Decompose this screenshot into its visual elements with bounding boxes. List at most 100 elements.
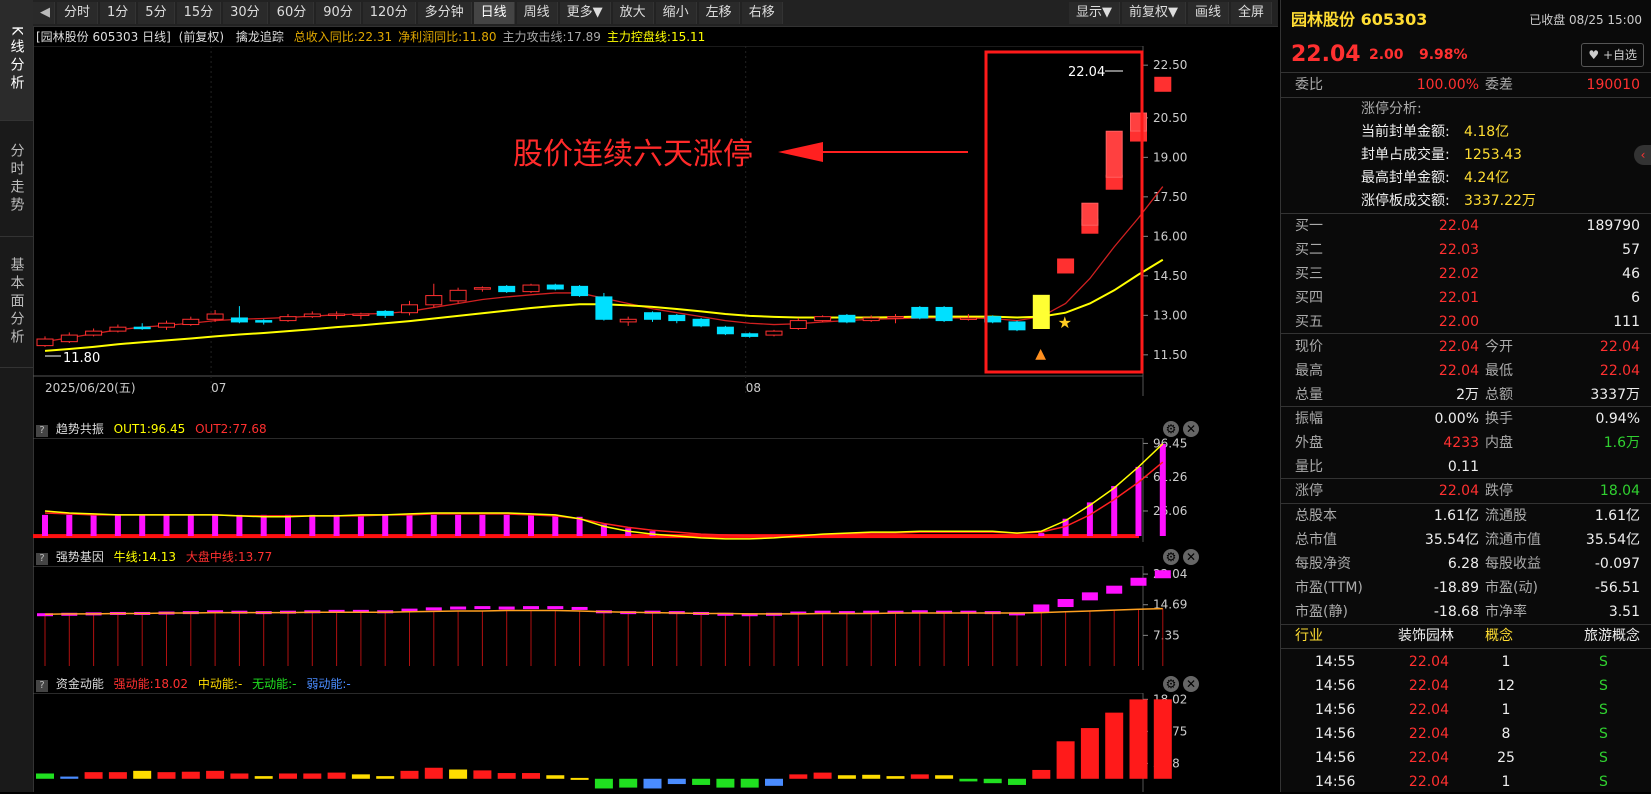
rail-tab-fundamentals[interactable]: 基本面分析 — [0, 237, 33, 368]
candle-body — [716, 326, 734, 335]
period-button[interactable]: 分时 — [57, 2, 99, 24]
period-button[interactable]: 右移 — [741, 2, 783, 24]
industry-value[interactable]: 装饰园林 — [1398, 624, 1454, 648]
pane3-bar — [546, 775, 565, 779]
candle-body — [60, 334, 78, 343]
candle — [109, 324, 127, 333]
toolbar-right-button[interactable]: 画线 — [1187, 2, 1229, 24]
period-button[interactable]: 90分 — [316, 2, 361, 24]
period-button[interactable]: 周线 — [516, 2, 558, 24]
quote-label: 外盘 — [1295, 435, 1323, 451]
period-button[interactable]: 放大 — [612, 2, 654, 24]
fundamental-label: 市盈(动) — [1485, 580, 1538, 596]
pane2-chart[interactable]: 22.0414.697.35 — [33, 566, 1278, 670]
rail-tab-intraday[interactable]: 分时走势 — [0, 121, 33, 237]
close-icon[interactable]: ✕ — [1183, 549, 1199, 565]
tick-time: 14:56 — [1315, 774, 1356, 790]
candle — [182, 316, 200, 326]
pane1-series-2: OUT2:77.68 — [195, 422, 267, 436]
main-chart-stats: 总收入同比:22.31 净利润同比:11.80 主力攻击线:17.89 主力控盘线:1… — [288, 30, 706, 44]
candle-body — [692, 318, 710, 327]
pane3-bar — [424, 767, 443, 779]
concept-value[interactable]: 旅游概念 — [1584, 624, 1640, 648]
gear-icon[interactable]: ⚙ — [1163, 676, 1179, 692]
limit-analysis-row: 当前封单金额: 4.18亿 — [1281, 120, 1651, 144]
quote-row: 总量 2万 总额 3337万 — [1281, 383, 1651, 407]
pane1-bar — [1135, 466, 1142, 536]
candle-body — [546, 284, 564, 290]
pane1-bar — [1111, 486, 1118, 536]
period-button[interactable]: 缩小 — [655, 2, 697, 24]
pane3-chart[interactable]: 18.0210.753.48 — [33, 693, 1278, 792]
back-arrow-icon[interactable]: ◀ — [33, 2, 55, 24]
industry-label: 行业 — [1295, 628, 1323, 644]
quote-value: 0.94% — [1595, 411, 1640, 427]
gear-icon[interactable]: ⚙ — [1163, 549, 1179, 565]
candle-body — [571, 285, 589, 297]
help-icon[interactable]: ? — [36, 425, 48, 437]
candle — [401, 300, 418, 316]
candle — [814, 315, 832, 322]
main-candlestick-chart[interactable]: 22.5020.5019.0017.5016.0014.5013.0011.50… — [33, 46, 1278, 396]
tick-row: 14:56 22.04 25 S — [1281, 746, 1651, 770]
add-watchlist-button[interactable]: ♥ +自选 — [1581, 43, 1644, 67]
fundamental-label: 市盈(TTM) — [1295, 580, 1363, 596]
candle-body — [887, 316, 904, 319]
pane3-bar — [959, 778, 978, 782]
pane3-bar — [206, 770, 225, 779]
pane3-bar — [643, 778, 662, 789]
toolbar-right-button[interactable]: 显示▼ — [1068, 2, 1120, 24]
period-button[interactable]: 1分 — [100, 2, 137, 24]
limit-price-row: 涨停 22.04 跌停 18.04 — [1281, 479, 1651, 503]
period-button[interactable]: 日线 — [473, 2, 515, 24]
pane1-bar — [333, 514, 340, 536]
toolbar-right: 显示▼ 前复权▼ 画线 全屏 — [1068, 2, 1274, 24]
close-icon[interactable]: ✕ — [1183, 421, 1199, 437]
quote-label: 今开 — [1485, 339, 1513, 355]
period-button[interactable]: 30分 — [223, 2, 268, 24]
period-button[interactable]: 60分 — [269, 2, 315, 24]
pane1-bar — [260, 514, 267, 536]
pane1-bar — [528, 514, 534, 536]
gear-icon[interactable]: ⚙ — [1163, 421, 1179, 437]
fundamental-value: 3.51 — [1608, 604, 1640, 620]
y-tick-label: 14.69 — [1153, 598, 1187, 612]
period-button[interactable]: 左移 — [698, 2, 740, 24]
pane1-bar — [382, 514, 389, 536]
pane3-bar — [376, 776, 395, 779]
candle-body — [668, 314, 686, 322]
tick-side: S — [1599, 678, 1608, 694]
limit-analysis-key: 封单占成交量: — [1361, 147, 1450, 163]
pane3-bar — [36, 773, 54, 779]
pane3-bar — [619, 778, 638, 788]
chart-indicator-name[interactable]: 擒龙追踪 — [236, 30, 284, 44]
period-button[interactable]: 120分 — [362, 2, 416, 24]
close-icon[interactable]: ✕ — [1183, 676, 1199, 692]
pane1-chart[interactable]: 96.4561.2626.06 — [33, 438, 1278, 542]
quote-label: 换手 — [1485, 411, 1513, 427]
limit-analysis-value: 1253.43 — [1464, 147, 1522, 163]
candle-body — [595, 296, 613, 320]
toolbar-right-button[interactable]: 全屏 — [1230, 2, 1272, 24]
period-button[interactable]: 更多▼ — [559, 2, 611, 24]
period-button[interactable]: 15分 — [176, 2, 222, 24]
x-month-label: 07 — [211, 381, 226, 395]
chart-symbol-label: [园林股份 605303 日线] — [36, 30, 171, 44]
limit-down-value: 18.04 — [1599, 483, 1640, 499]
help-icon[interactable]: ? — [36, 680, 48, 692]
help-icon[interactable]: ? — [36, 553, 48, 565]
tick-side: S — [1599, 750, 1608, 766]
collapse-panel-icon[interactable]: ‹ — [1634, 145, 1651, 165]
y-tick-label: 20.50 — [1153, 111, 1187, 125]
limit-analysis-row: 涨停板成交额: 3337.22万 — [1281, 189, 1651, 213]
tick-side: S — [1599, 774, 1608, 790]
toolbar-right-button[interactable]: 前复权▼ — [1121, 2, 1186, 24]
period-button[interactable]: 多分钟 — [417, 2, 472, 24]
candle — [1032, 294, 1050, 330]
candle — [85, 328, 103, 337]
period-toolbar: ◀ 分时 1分 5分 15分 30分 60分 90分 120分 多分钟 日线 周线 更多▼ 放大 缩小 左移… — [33, 0, 1278, 27]
rail-tab-kline[interactable]: K线分析 — [0, 0, 33, 121]
pane3-bar — [522, 773, 540, 779]
pane3-bar — [716, 778, 735, 788]
period-button[interactable]: 5分 — [138, 2, 175, 24]
